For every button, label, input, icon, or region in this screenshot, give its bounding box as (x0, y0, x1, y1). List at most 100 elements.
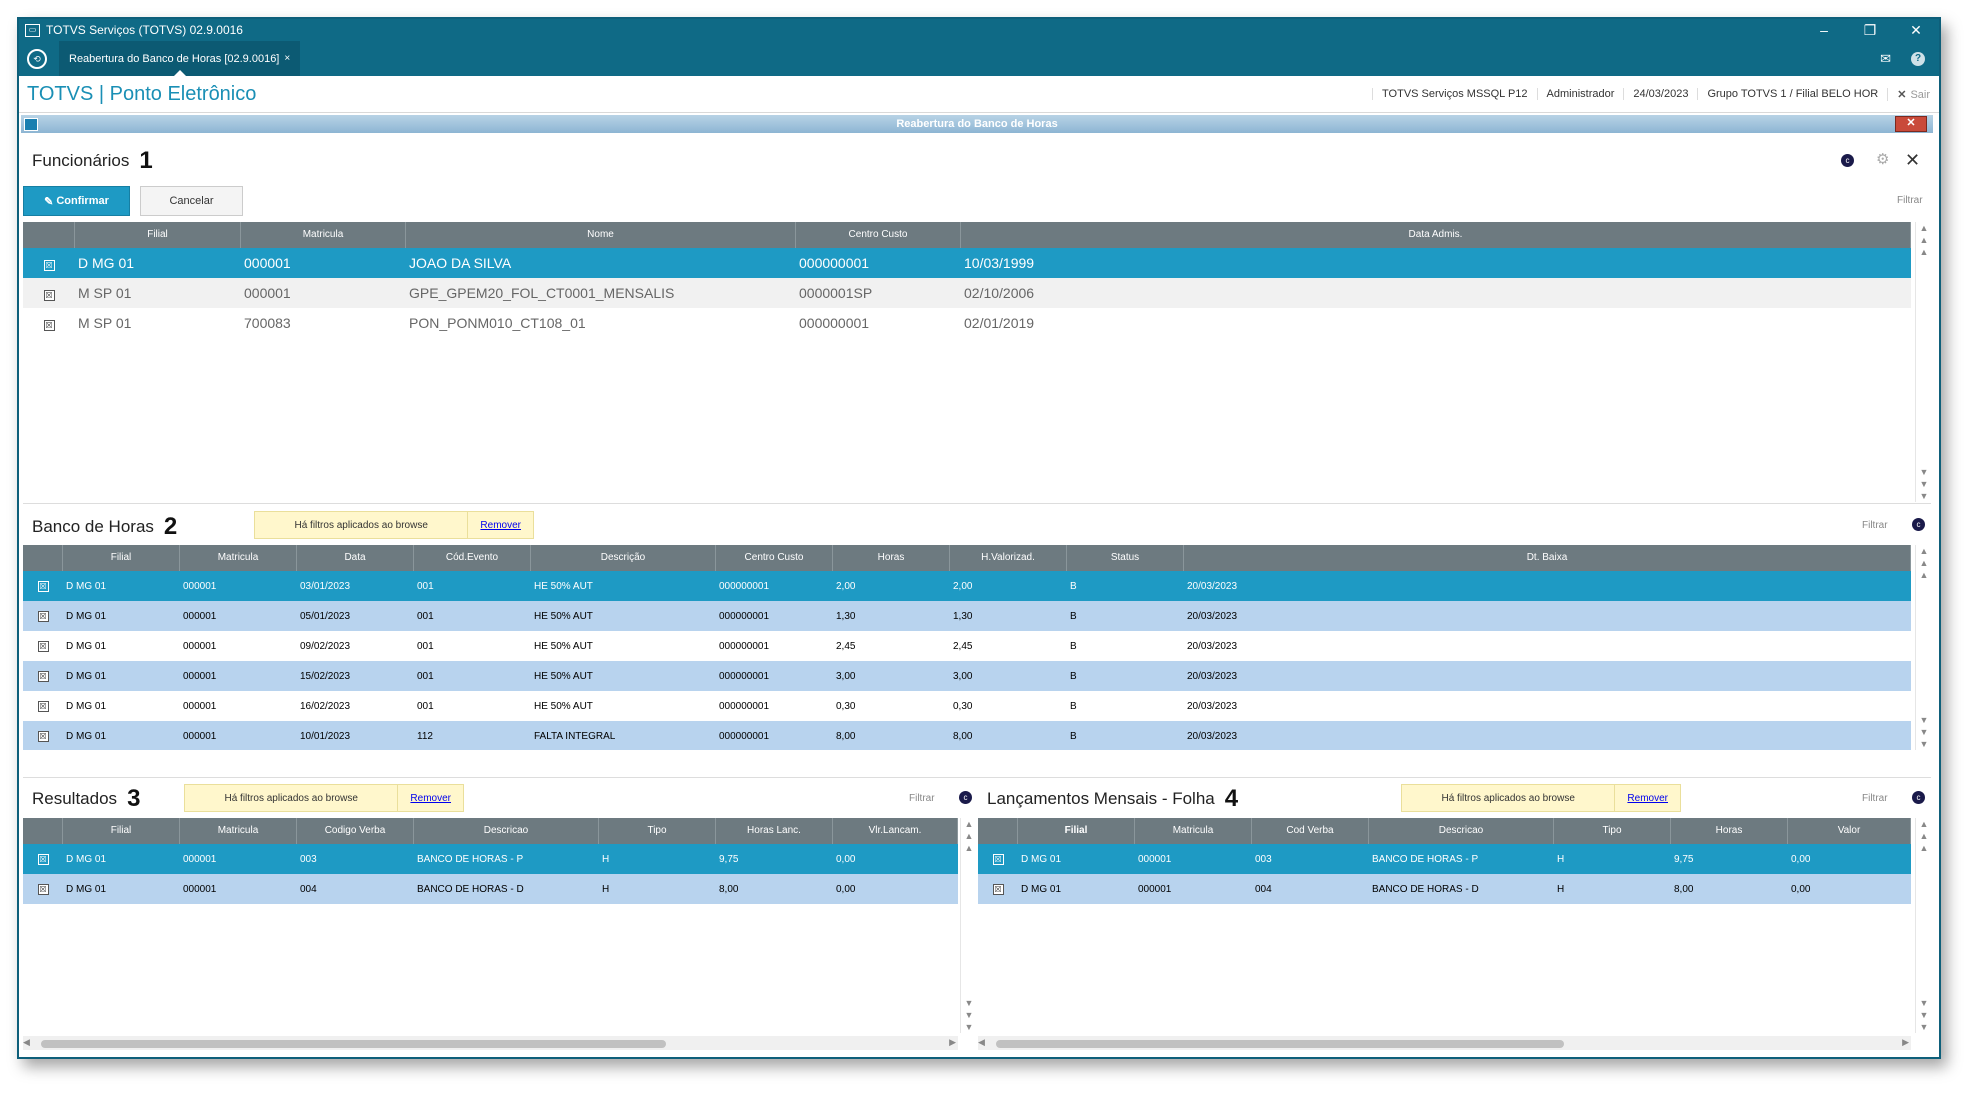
column-header[interactable]: Filial (63, 545, 180, 571)
cell: H (602, 883, 610, 895)
table-row[interactable]: ☒ D MG 01 000001 004 BANCO DE HORAS - D H 8,00… (23, 874, 958, 904)
column-header[interactable]: Valor (1788, 818, 1911, 844)
column-header[interactable]: Horas (1671, 818, 1788, 844)
window-close-button[interactable]: ✕ (1893, 22, 1939, 39)
row-checkbox[interactable]: ☒ (37, 700, 49, 712)
info-environment: TOTVS Serviços MSSQL P12 (1372, 88, 1537, 100)
column-header[interactable]: Cod Verba (1252, 818, 1369, 844)
dialog-title: Reabertura do Banco de Horas (896, 118, 1058, 130)
table-row[interactable]: ☒ D MG 01 000001 05/01/2023 001 HE 50% AUT 000… (23, 601, 1911, 631)
column-header[interactable]: H.Valorizad. (950, 545, 1067, 571)
lancamentos-header: Lançamentos Mensais - Folha 4 (987, 785, 1238, 813)
column-header[interactable]: Descrição (531, 545, 716, 571)
pencil-icon: ✎ (44, 195, 54, 208)
column-header[interactable]: Matricula (1135, 818, 1252, 844)
home-icon[interactable]: ⟲ (27, 48, 47, 69)
column-header[interactable]: Filial (1018, 818, 1135, 844)
table-row[interactable]: ☒ D MG 01 000001 16/02/2023 001 HE 50% AUT 000… (23, 691, 1911, 721)
row-checkbox[interactable]: ☒ (992, 883, 1004, 895)
row-checkbox[interactable]: ☒ (37, 883, 49, 895)
table-row[interactable]: ☒ D MG 01 000001 03/01/2023 001 HE 50% AUT 000… (23, 571, 1911, 601)
table-row[interactable]: ☒ D MG 01 000001 JOAO DA SILVA 000000001… (23, 248, 1911, 278)
info-circle-icon[interactable]: c (1912, 791, 1925, 804)
tab-reabertura[interactable]: Reabertura do Banco de Horas [02.9.0016]… (59, 41, 301, 76)
row-checkbox[interactable]: ☒ (37, 640, 49, 652)
column-header[interactable]: Tipo (599, 818, 716, 844)
minimize-button[interactable]: – (1801, 22, 1847, 39)
column-header[interactable]: Codigo Verba (297, 818, 414, 844)
app-header: TOTVS | Ponto Eletrônico TOTVS Serviços … (19, 76, 1939, 113)
row-checkbox[interactable]: ☒ (43, 320, 55, 331)
column-header[interactable]: Status (1067, 545, 1184, 571)
cancel-button[interactable]: Cancelar (140, 186, 243, 216)
banco-horas-vscroll[interactable]: ▲ ▲ ▲ ▼ ▼ ▼ (1915, 545, 1932, 750)
column-header[interactable]: Vlr.Lancam. (833, 818, 958, 844)
section-close-icon[interactable]: ✕ (1905, 150, 1920, 171)
help-icon[interactable]: ? (1911, 51, 1925, 66)
row-checkbox[interactable]: ☒ (992, 853, 1004, 865)
mail-icon[interactable]: ✉ (1880, 51, 1891, 67)
cell: 003 (1255, 853, 1272, 865)
row-checkbox[interactable]: ☒ (43, 290, 55, 301)
confirm-button[interactable]: ✎ Confirmar (23, 186, 130, 216)
column-header[interactable]: Matricula (180, 545, 297, 571)
remove-filter-link[interactable]: Remover (397, 785, 463, 811)
row-checkbox[interactable]: ☒ (43, 260, 55, 271)
row-checkbox[interactable]: ☒ (37, 670, 49, 682)
dialog-close-button[interactable]: ✕ (1895, 116, 1927, 132)
remove-filter-link[interactable]: Remover (467, 512, 533, 538)
cell: 20/03/2023 (1187, 670, 1238, 682)
lancamentos-vscroll[interactable]: ▲ ▲ ▲ ▼ ▼ ▼ (1915, 818, 1932, 1033)
column-header[interactable]: Nome (406, 222, 796, 248)
column-header[interactable]: Centro Custo (716, 545, 833, 571)
resultados-vscroll[interactable]: ▲ ▲ ▲ ▼ ▼ ▼ (960, 818, 977, 1033)
table-row[interactable]: ☒ D MG 01 000001 09/02/2023 001 HE 50% AUT 000… (23, 631, 1911, 661)
column-header[interactable]: Horas Lanc. (716, 818, 833, 844)
cell: 000001 (183, 700, 217, 712)
exit-button[interactable]: ✕ Sair (1887, 87, 1939, 101)
table-row[interactable]: ☒ D MG 01 000001 003 BANCO DE HORAS - P H 9,75… (23, 844, 958, 874)
funcionarios-filter[interactable]: Filtrar (1897, 195, 1923, 206)
column-header[interactable]: Descricao (1369, 818, 1554, 844)
cell: 1,30 (836, 610, 856, 622)
resultados-hscroll[interactable]: ◀ ▶ (23, 1036, 958, 1050)
table-row[interactable]: ☒ D MG 01 000001 15/02/2023 001 HE 50% AUT 000… (23, 661, 1911, 691)
table-row[interactable]: ☒ D MG 01 000001 004 BANCO DE HORAS - D H 8,00… (978, 874, 1911, 904)
funcionarios-vscroll[interactable]: ▲ ▲ ▲ ▼ ▼ ▼ (1915, 222, 1932, 502)
row-checkbox[interactable]: ☒ (37, 730, 49, 742)
info-circle-icon[interactable]: c (959, 791, 972, 804)
table-row[interactable]: ☒ M SP 01 000001 GPE_GPEM20_FOL_CT0001_M… (23, 278, 1911, 308)
lancamentos-filter[interactable]: Filtrar (1862, 793, 1888, 804)
column-header[interactable]: Matricula (241, 222, 406, 248)
remove-filter-link[interactable]: Remover (1614, 785, 1680, 811)
column-header[interactable]: Descricao (414, 818, 599, 844)
column-header[interactable]: Cód.Evento (414, 545, 531, 571)
column-header[interactable]: Data (297, 545, 414, 571)
gear-icon[interactable]: ⚙ (1876, 150, 1889, 168)
notice-text: Há filtros aplicados ao browse (294, 519, 428, 531)
table-row[interactable]: ☒ D MG 01 000001 10/01/2023 112 FALTA INTEGRA… (23, 721, 1911, 750)
column-header[interactable]: Matricula (180, 818, 297, 844)
tab-close-icon[interactable]: × (284, 53, 290, 64)
column-header[interactable]: Dt. Baixa (1184, 545, 1911, 571)
info-circle-icon[interactable]: c (1912, 518, 1925, 531)
row-checkbox[interactable]: ☒ (37, 853, 49, 865)
column-header[interactable]: Horas (833, 545, 950, 571)
resultados-filter[interactable]: Filtrar (909, 793, 935, 804)
table-row[interactable]: ☒ D MG 01 000001 003 BANCO DE HORAS - P H 9,75… (978, 844, 1911, 874)
banco-horas-filter[interactable]: Filtrar (1862, 520, 1888, 531)
info-circle-icon[interactable]: c (1841, 154, 1854, 167)
column-header[interactable]: Filial (75, 222, 241, 248)
lancamentos-hscroll[interactable]: ◀ ▶ (978, 1036, 1911, 1050)
lancamentos-rows: ☒ D MG 01 000001 003 BANCO DE HORAS - P H 9,75… (978, 844, 1911, 904)
notice-text: Há filtros aplicados ao browse (1441, 792, 1575, 804)
restore-button[interactable]: ❐ (1847, 22, 1893, 39)
cell: 000001 (183, 640, 217, 652)
column-header[interactable]: Data Admis. (961, 222, 1911, 248)
column-header[interactable]: Centro Custo (796, 222, 961, 248)
row-checkbox[interactable]: ☒ (37, 610, 49, 622)
table-row[interactable]: ☒ M SP 01 700083 PON_PONM010_CT108_01 00… (23, 308, 1911, 338)
column-header[interactable]: Filial (63, 818, 180, 844)
row-checkbox[interactable]: ☒ (37, 580, 49, 592)
column-header[interactable]: Tipo (1554, 818, 1671, 844)
